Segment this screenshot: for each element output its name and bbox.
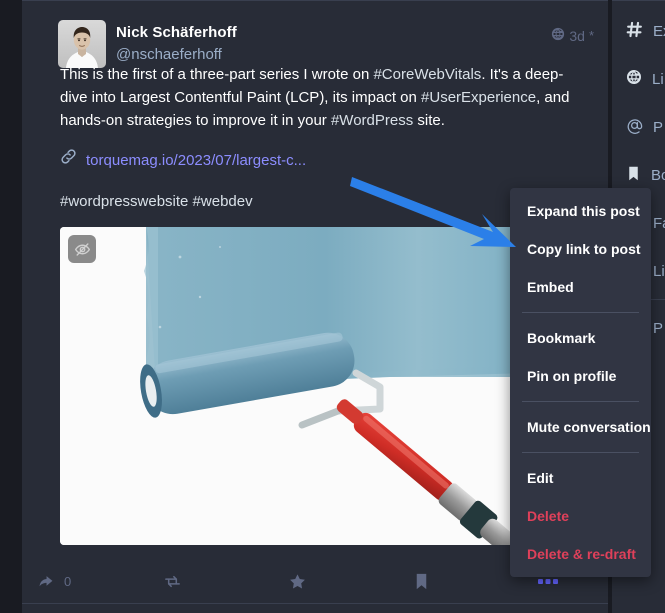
status-text-4: site. — [413, 112, 445, 129]
reply-button[interactable]: 0 — [38, 572, 163, 591]
boost-icon — [163, 572, 182, 591]
hashtag-userexperience[interactable]: #UserExperience — [421, 89, 536, 106]
menu-item-edit[interactable]: Edit — [510, 459, 651, 497]
sidebar-label-live-feeds: Li — [652, 70, 664, 88]
display-name: Nick Schäferhoff — [116, 24, 237, 41]
status-context-menu: Expand this post Copy link to post Embed… — [510, 188, 651, 577]
menu-item-pin-on-profile[interactable]: Pin on profile — [510, 357, 651, 395]
avatar[interactable] — [58, 20, 106, 68]
hash-icon — [626, 21, 643, 42]
sidebar-label-bookmarks: Bo — [651, 166, 665, 184]
menu-divider-3 — [522, 452, 639, 453]
sidebar-item-explore[interactable]: Ex — [612, 7, 665, 55]
star-icon — [288, 572, 307, 591]
sidebar-label-favourites: Fa — [653, 214, 665, 232]
hashtag-wordpress[interactable]: #WordPress — [331, 112, 413, 129]
edited-indicator: * — [588, 28, 594, 43]
favourite-button[interactable] — [288, 572, 413, 591]
more-button[interactable] — [538, 578, 558, 585]
sidebar-item-live-feeds[interactable]: Li — [612, 55, 665, 103]
ellipsis-icon — [538, 578, 558, 585]
left-gutter — [0, 0, 22, 613]
eye-slash-icon — [74, 241, 91, 258]
menu-item-bookmark[interactable]: Bookmark — [510, 319, 651, 357]
avatar-photo — [58, 20, 106, 68]
boost-button[interactable] — [163, 572, 288, 591]
status-link[interactable]: torquemag.io/2023/07/largest-c... — [60, 148, 586, 172]
menu-item-embed[interactable]: Embed — [510, 268, 651, 306]
sidebar-item-private-mentions[interactable]: P — [612, 103, 665, 151]
status-header: Nick Schäferhoff @nschaeferhoff 3d * — [22, 1, 608, 68]
sidebar-label-explore: Ex — [653, 22, 665, 40]
sidebar-label-preferences: P — [653, 319, 664, 337]
link-url-text[interactable]: torquemag.io/2023/07/largest-c... — [86, 149, 306, 172]
menu-divider-2 — [522, 401, 639, 402]
mastodon-status-screen: Nick Schäferhoff @nschaeferhoff 3d * Thi… — [0, 0, 665, 613]
account-handle: @nschaeferhoff — [116, 45, 222, 63]
status-text-1: This is the first of a three-part series… — [60, 66, 374, 83]
sidebar-label-lists: Li — [653, 262, 665, 280]
reply-count: 0 — [64, 574, 72, 589]
globe-icon — [551, 27, 565, 44]
menu-item-mute-conversation[interactable]: Mute conversation — [510, 408, 651, 446]
hide-media-button[interactable] — [68, 235, 96, 263]
hashtag-row[interactable]: #wordpresswebsite #webdev — [60, 190, 586, 213]
link-icon — [60, 148, 77, 172]
globe-icon — [626, 69, 642, 89]
at-icon — [626, 117, 643, 138]
menu-item-copy-link-to-post[interactable]: Copy link to post — [510, 230, 651, 268]
status-paragraph: This is the first of a three-part series… — [60, 63, 586, 132]
relative-time: 3d — [569, 27, 585, 44]
hashtag-corewebvitals[interactable]: #CoreWebVitals — [373, 66, 481, 83]
bookmark-icon — [626, 165, 641, 186]
media-attachment[interactable] — [60, 227, 530, 545]
bookmark-icon — [413, 572, 430, 591]
reply-icon — [38, 572, 57, 591]
sidebar-label-private-mentions: P — [653, 118, 664, 136]
media-image — [60, 227, 530, 545]
menu-divider-1 — [522, 312, 639, 313]
menu-item-expand-this-post[interactable]: Expand this post — [510, 192, 651, 230]
author-name-block[interactable]: Nick Schäferhoff @nschaeferhoff — [116, 23, 237, 64]
status-meta[interactable]: 3d * — [551, 27, 594, 44]
menu-item-delete-and-redraft[interactable]: Delete & re-draft — [510, 535, 651, 573]
menu-item-delete[interactable]: Delete — [510, 497, 651, 535]
